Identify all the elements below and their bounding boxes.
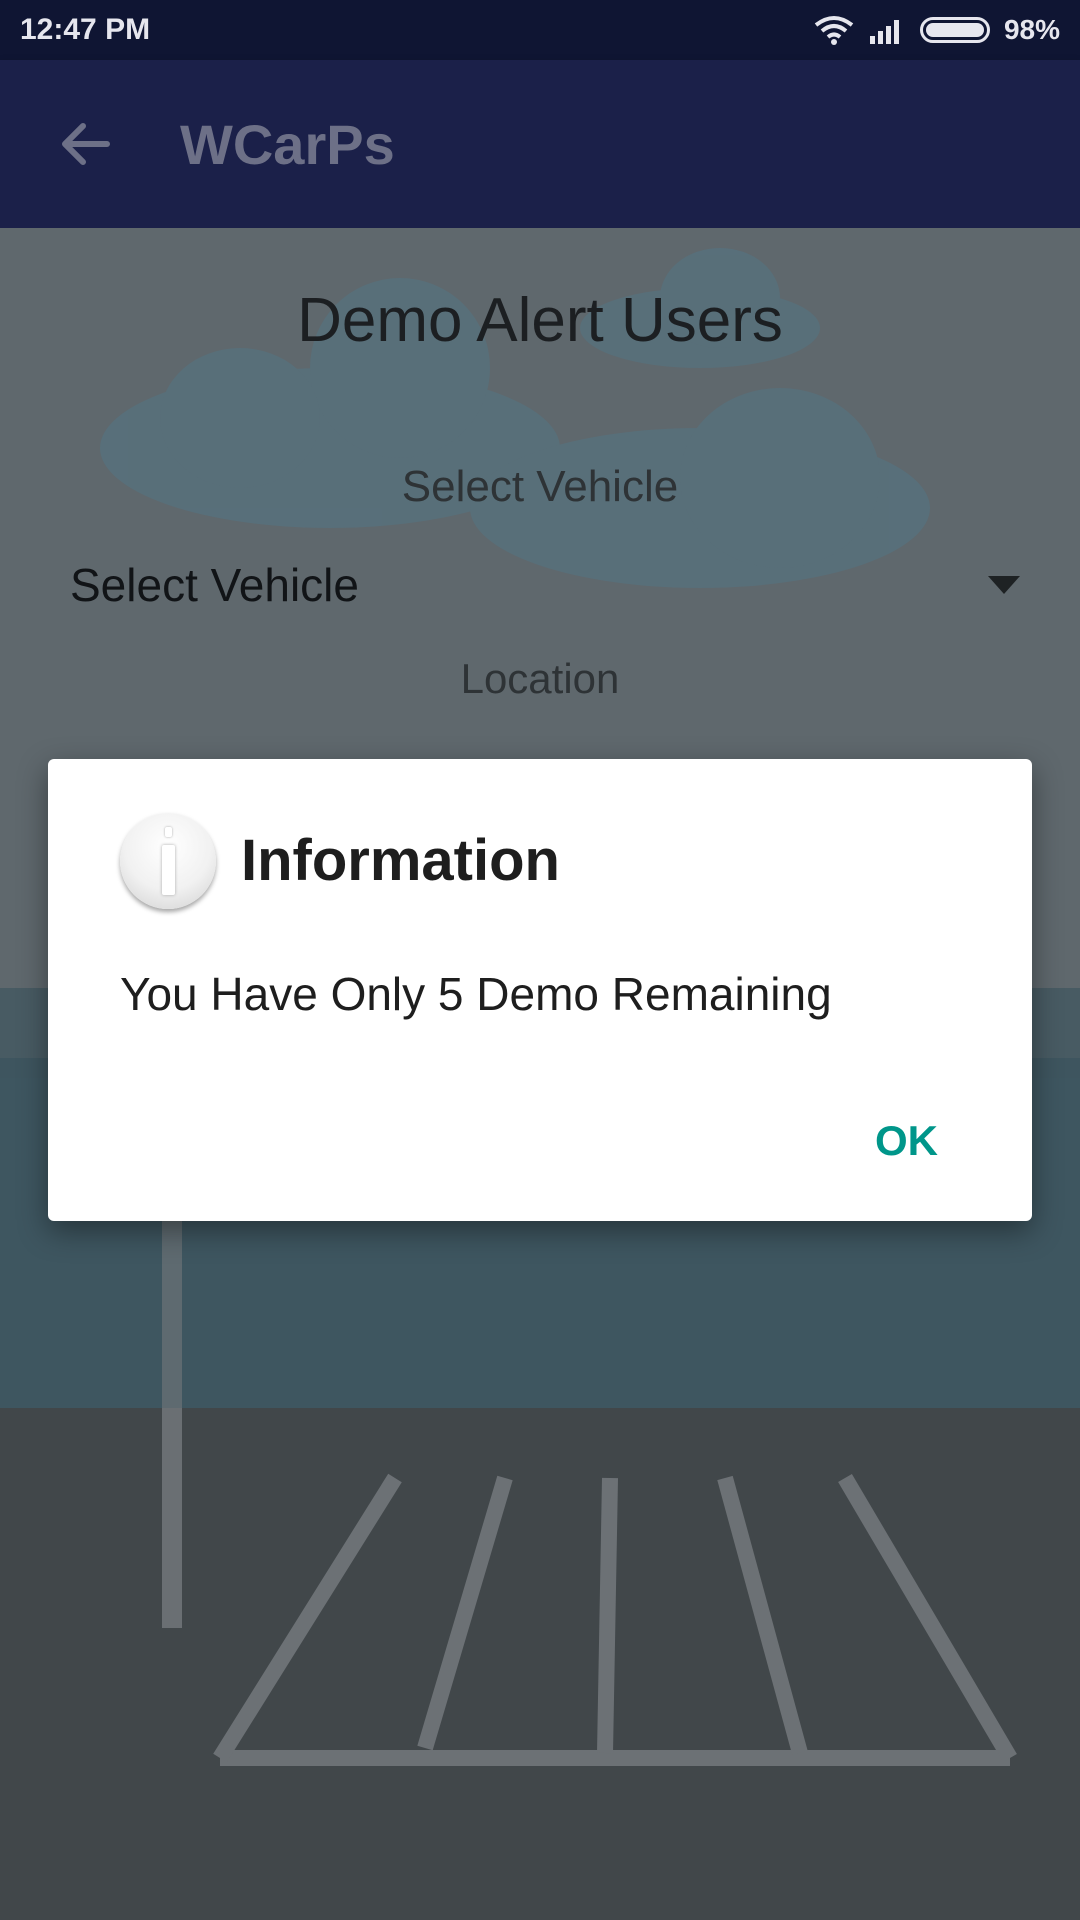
chevron-down-icon [988, 576, 1020, 594]
page-heading: Demo Alert Users [297, 286, 783, 355]
vehicle-label: Select Vehicle [401, 462, 679, 511]
info-icon-bar [162, 845, 175, 895]
vehicle-dropdown-value: Select Vehicle [70, 559, 359, 611]
dialog-title: Information [241, 828, 560, 893]
app-title: WCarPs [180, 113, 395, 176]
information-dialog: Information You Have Only 5 Demo Remaini… [48, 759, 1032, 1221]
ok-button[interactable]: OK [871, 1111, 942, 1171]
vehicle-dropdown[interactable]: Select Vehicle [70, 555, 1020, 615]
status-bar: 12:47 PM 98% [0, 0, 1080, 60]
location-label: Location [460, 655, 620, 702]
battery-icon [919, 17, 990, 43]
dialog-message: You Have Only 5 Demo Remaining [120, 968, 832, 1020]
app-bar: WCarPs [0, 60, 1080, 228]
info-icon [120, 813, 216, 909]
status-time: 12:47 PM [20, 13, 151, 46]
arrow-back-icon[interactable] [55, 114, 115, 174]
battery-percent: 98% [1003, 14, 1060, 45]
status-icons: 98% [814, 14, 1060, 46]
info-icon-dot [165, 827, 172, 837]
wifi-icon [814, 16, 854, 45]
signal-icon [869, 20, 899, 44]
